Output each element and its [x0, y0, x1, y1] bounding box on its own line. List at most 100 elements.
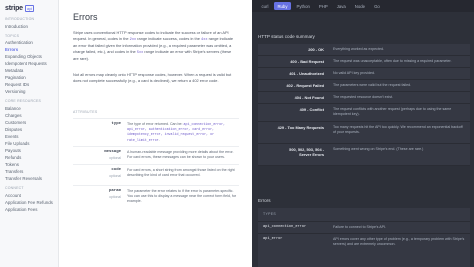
attribute-name: message [104, 150, 121, 154]
intro-paragraph: Stripe uses conventional HTTP response c… [73, 30, 237, 62]
status-code: 402 - Request Failed [286, 83, 324, 88]
status-row: 500, 502, 503, 504 - Server Errors Someth… [258, 144, 470, 166]
status-code: 400 - Bad Request [290, 59, 324, 64]
attribute-row: message optional A human-readable message … [73, 146, 239, 164]
sidebar-item-account[interactable]: Account [5, 192, 53, 199]
tab-curl[interactable]: curl [258, 2, 272, 10]
status-description: Everything worked as expected. [333, 47, 384, 51]
status-row: 200 - OK Everything worked as expected. [258, 44, 470, 56]
code-panel: curl Ruby Python PHP Java Node Go HTTP status … [252, 0, 474, 267]
attribute-desc-text: The parameter the error relates to if th… [127, 189, 237, 204]
sidebar-item-introduction[interactable]: Introduction [5, 23, 53, 30]
error-type-row: api_connection_error Failure to connect t… [258, 221, 470, 233]
page-title: Errors [73, 12, 98, 22]
error-type-description: API errors cover any other type of probl… [333, 237, 465, 246]
sidebar-item-expanding-objects[interactable]: Expanding Objects [5, 53, 53, 60]
attribute-name: code [111, 168, 121, 172]
status-row: 401 - Unauthorized No valid API key provi… [258, 68, 470, 80]
attribute-name: param [108, 189, 121, 193]
attribute-row: param optional The parameter the error rel… [73, 185, 239, 209]
status-row: 400 - Bad Request The request was unaccep… [258, 56, 470, 68]
language-tabs: curl Ruby Python PHP Java Node Go [252, 0, 474, 12]
nav-section-heading: CONNECT [5, 186, 24, 191]
sidebar-item-idempotent-requests[interactable]: Idempotent Requests [5, 60, 53, 67]
attribute-description: The type of error returned. Can be: api_… [127, 122, 237, 143]
status-row: 409 - Conflict The request conflicts with… [258, 104, 470, 122]
sidebar-item-transfers[interactable]: Transfers [5, 168, 53, 175]
sidebar-item-charges[interactable]: Charges [5, 112, 53, 119]
sidebar-item-pagination[interactable]: Pagination [5, 74, 53, 81]
sidebar-nav: INTRODUCTION Introduction TOPICS Authentica… [0, 17, 58, 213]
sidebar: stripe api INTRODUCTION Introduction TOPIC… [0, 0, 59, 267]
sidebar-item-tokens[interactable]: Tokens [5, 161, 53, 168]
status-description: The request conflicts with another reque… [333, 107, 452, 116]
logo-api-badge: api [24, 4, 35, 12]
errors-title: Errors [258, 198, 271, 203]
error-types-block: TYPES api_connection_error Failure to con… [258, 208, 470, 267]
status-code: 409 - Conflict [299, 107, 324, 112]
attribute-row: type The type of error returned. Can be: … [73, 118, 239, 146]
status-code: 500, 502, 503, 504 - Server Errors [289, 147, 324, 157]
status-row: 404 - Not Found The requested resource do… [258, 92, 470, 104]
status-row: 402 - Request Failed The parameters were … [258, 80, 470, 92]
attribute-description: The parameter the error relates to if th… [127, 189, 237, 205]
sidebar-item-payouts[interactable]: Payouts [5, 147, 53, 154]
attribute-description: For card errors, a short string from amo… [127, 168, 237, 178]
status-code: 404 - Not Found [294, 95, 324, 100]
status-row: 429 - Too Many Requests Too many requests… [258, 122, 470, 144]
sidebar-item-balance[interactable]: Balance [5, 105, 53, 112]
error-type-row: api_error API errors cover any other type… [258, 233, 470, 249]
tab-php[interactable]: PHP [315, 2, 331, 10]
attribute-name: type [111, 122, 121, 126]
nav-section-heading: INTRODUCTION [5, 17, 35, 21]
sidebar-item-application-fee-refunds[interactable]: Application Fee Refunds [5, 199, 53, 206]
nav-section-heading: CORE RESOURCES [5, 99, 42, 104]
status-description: Too many requests hit the API too quickl… [333, 125, 463, 134]
main-content: Errors Stripe uses conventional HTTP res… [59, 0, 252, 267]
status-description: No valid API key provided. [333, 71, 375, 75]
types-heading: TYPES [263, 212, 276, 216]
attribute-optional-label: optional [109, 155, 121, 160]
tab-ruby[interactable]: Ruby [273, 2, 291, 10]
tab-python[interactable]: Python [293, 2, 313, 10]
status-description: The parameters were valid but the reques… [333, 83, 412, 87]
sidebar-item-request-ids[interactable]: Request IDs [5, 81, 53, 88]
sidebar-item-application-fees[interactable]: Application Fees [5, 206, 53, 213]
sidebar-item-events[interactable]: Events [5, 133, 53, 140]
sidebar-item-customers[interactable]: Customers [5, 119, 53, 126]
tab-node[interactable]: Node [351, 2, 368, 10]
nav-section-heading: TOPICS [5, 33, 20, 38]
intro-text-2: range indicate success, codes in the [136, 36, 202, 41]
attribute-description: A human-readable message providing more … [127, 150, 237, 160]
attribute-desc-text: The type of error returned. Can be: [127, 122, 184, 126]
logo-wordmark: stripe [5, 4, 23, 12]
status-code: 429 - Too Many Requests [277, 125, 324, 130]
attribute-desc-end: . [158, 137, 160, 142]
status-summary-title: HTTP status code summary [258, 34, 315, 39]
attributes-heading: ATTRIBUTES [73, 110, 98, 114]
sidebar-item-errors[interactable]: Errors [5, 46, 53, 53]
sidebar-item-disputes[interactable]: Disputes [5, 126, 53, 133]
error-type-name: api_connection_error [263, 225, 307, 229]
sidebar-item-file-uploads[interactable]: File Uploads [5, 140, 53, 147]
tab-go[interactable]: Go [371, 2, 384, 10]
sidebar-item-refunds[interactable]: Refunds [5, 154, 53, 161]
attribute-desc-text: A human-readable message providing more … [127, 150, 234, 160]
status-description: The requested resource doesn't exist. [333, 95, 394, 99]
attribute-row: code optional For card errors, a short str… [73, 164, 239, 185]
second-paragraph: Not all errors map cleanly onto HTTP res… [73, 72, 232, 83]
error-type-description: Failure to connect to Stripe's API. [333, 225, 387, 229]
attribute-desc-text: For card errors, a short string from amo… [127, 168, 235, 178]
sidebar-item-transfer-reversals[interactable]: Transfer Reversals [5, 175, 53, 182]
sidebar-item-authentication[interactable]: Authentication [5, 39, 53, 46]
error-type-name: api_error [263, 237, 283, 241]
status-description: The request was unacceptable, often due … [333, 59, 452, 63]
sidebar-item-metadata[interactable]: Metadata [5, 67, 53, 74]
status-code: 200 - OK [308, 47, 324, 52]
stripe-logo[interactable]: stripe api [0, 0, 58, 13]
attribute-optional-label: optional [109, 194, 121, 199]
tab-java[interactable]: Java [333, 2, 349, 10]
sidebar-item-versioning[interactable]: Versioning [5, 88, 53, 95]
status-description: Something went wrong on Stripe's end. (T… [333, 147, 424, 151]
attribute-optional-label: optional [109, 173, 121, 178]
